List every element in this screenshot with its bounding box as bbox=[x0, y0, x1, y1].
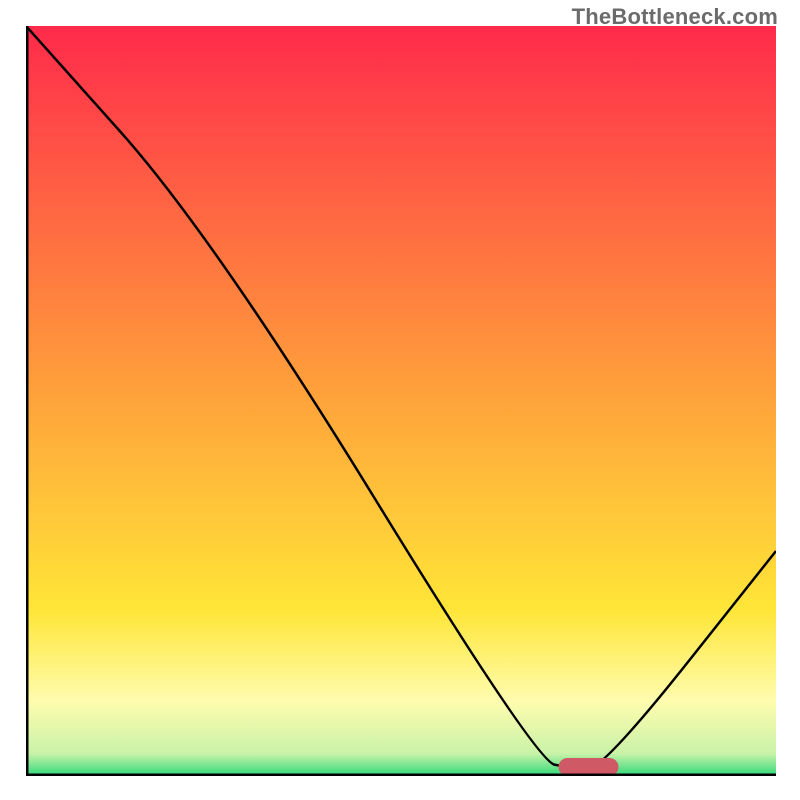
plot-area bbox=[26, 26, 776, 776]
optimum-marker bbox=[559, 758, 619, 776]
bottleneck-chart bbox=[26, 26, 776, 776]
chart-frame: TheBottleneck.com bbox=[0, 0, 800, 800]
gradient-background bbox=[26, 26, 776, 776]
